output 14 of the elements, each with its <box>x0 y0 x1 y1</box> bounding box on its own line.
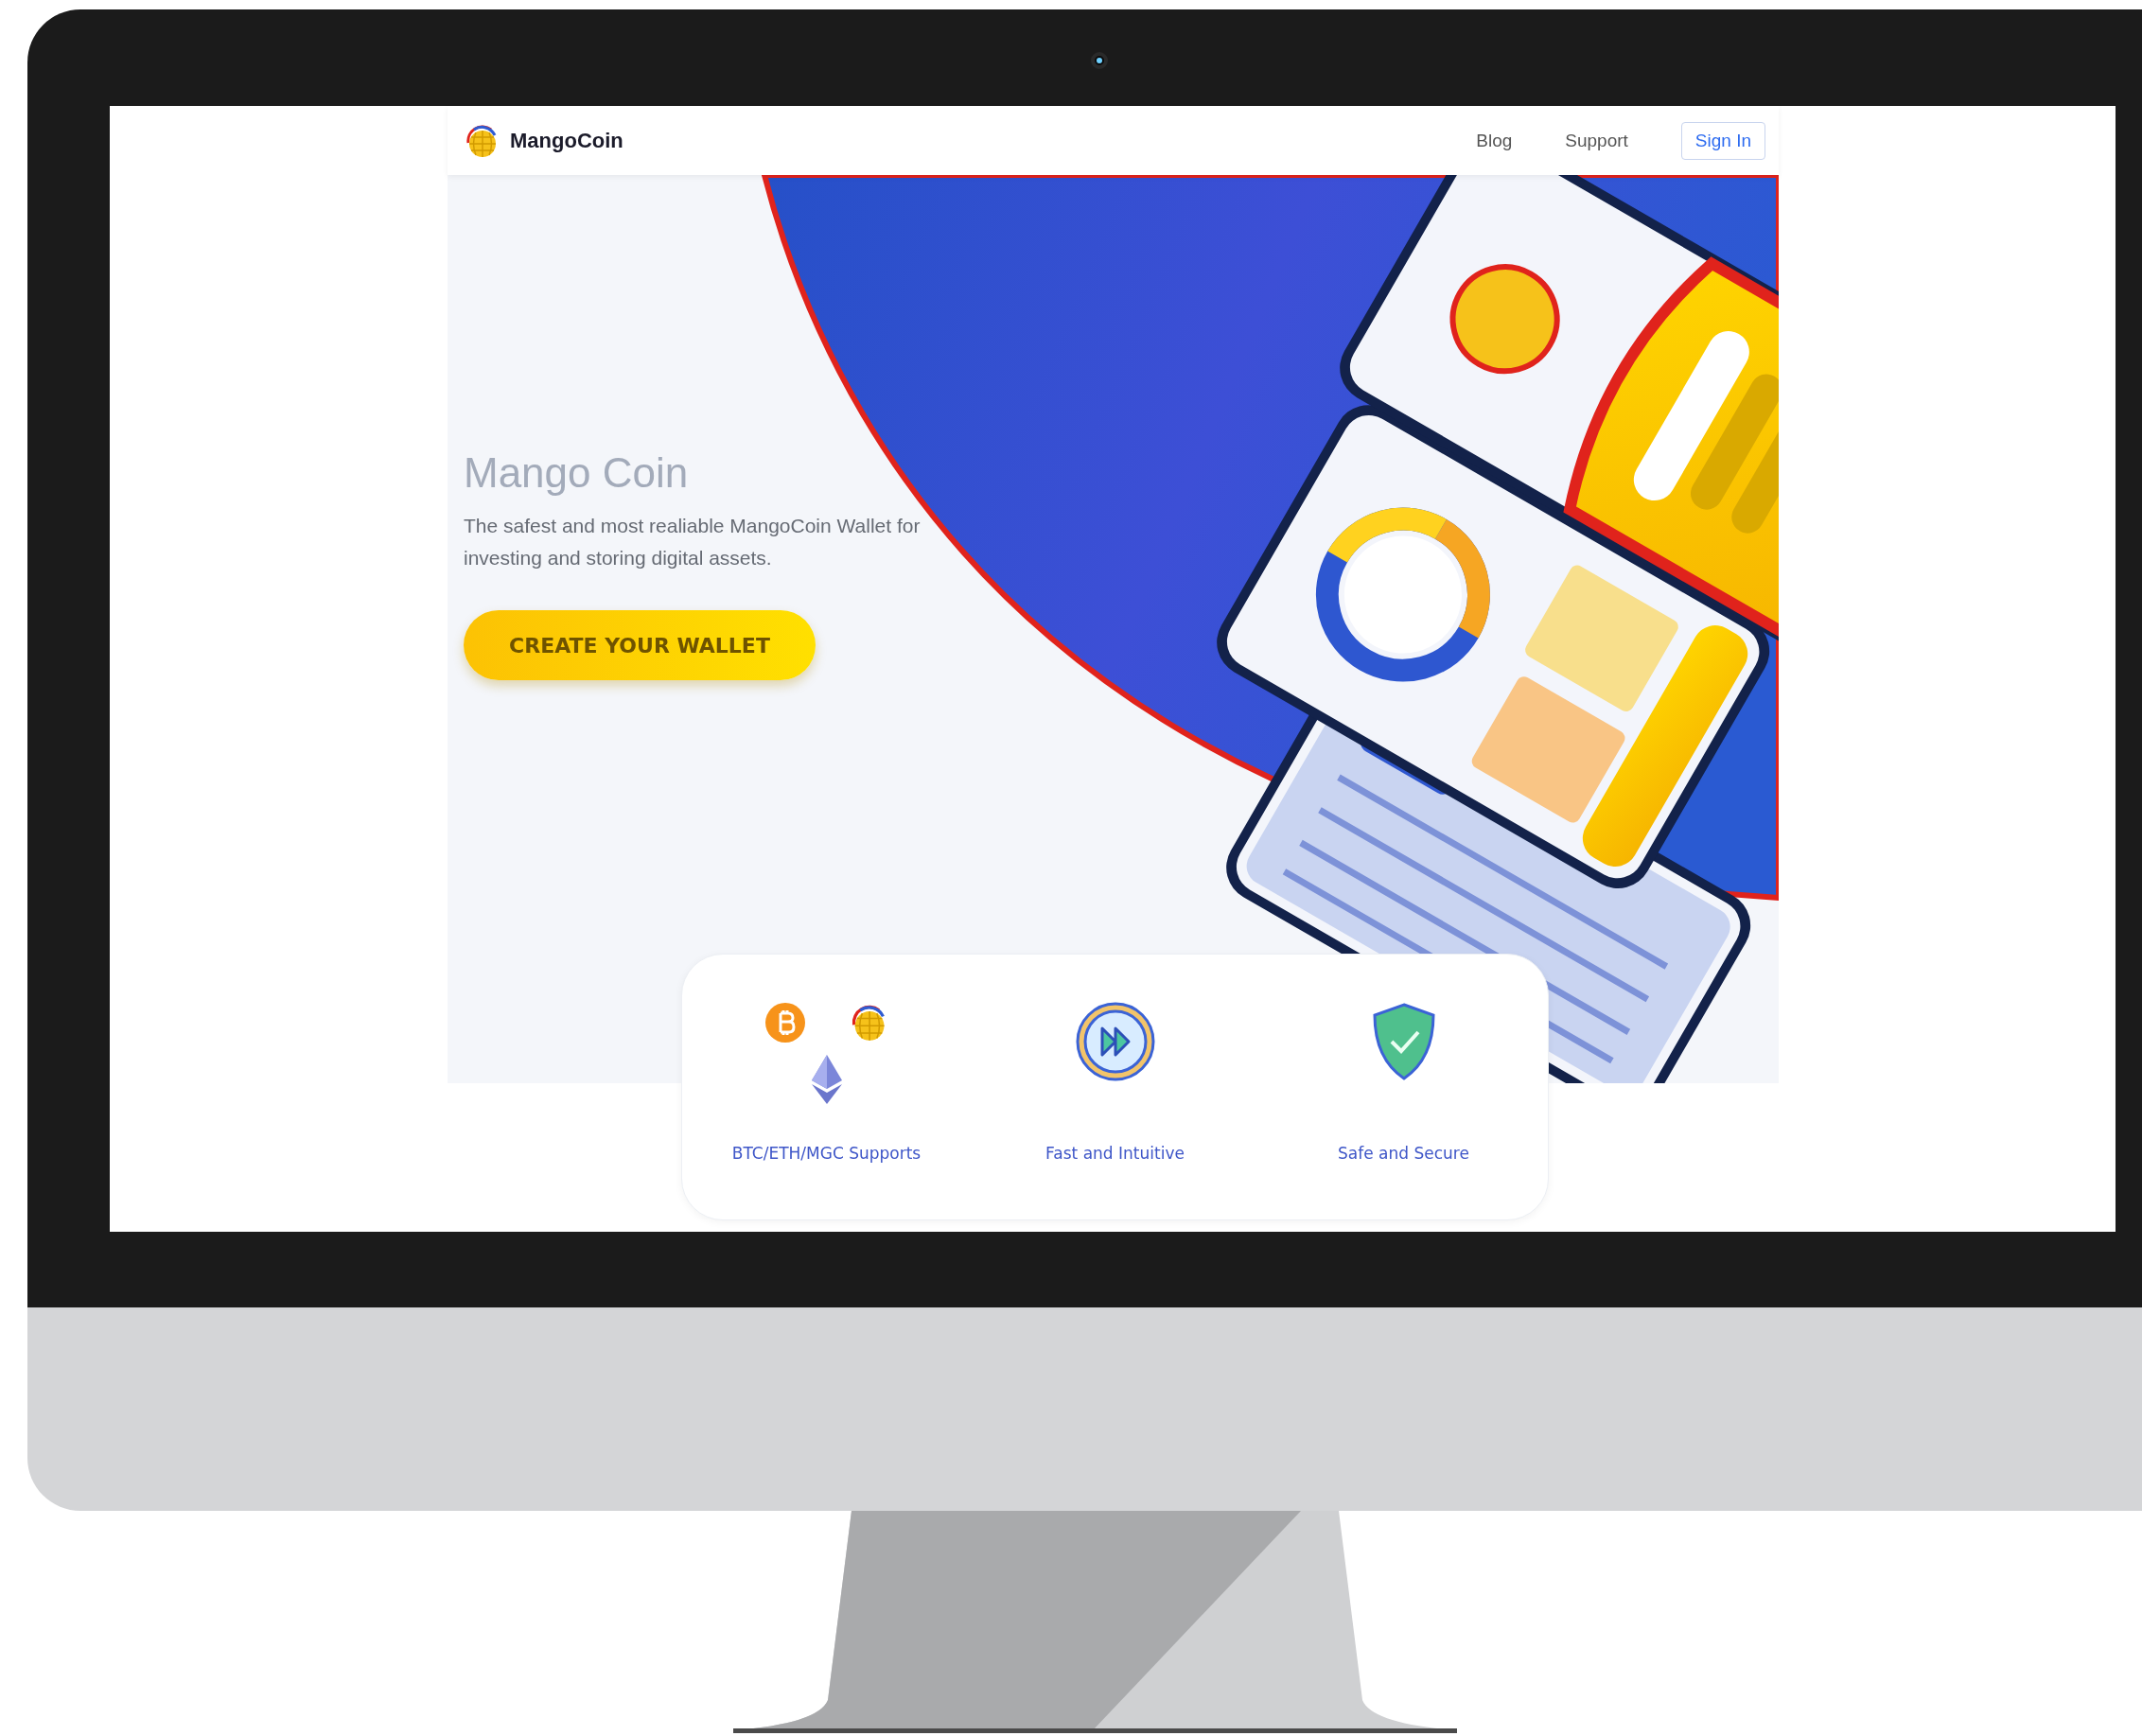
ethereum-diamond-icon <box>811 1055 842 1104</box>
brand-name: MangoCoin <box>510 128 623 153</box>
feature-label: Safe and Secure <box>1338 1144 1469 1163</box>
bitcoin-coin-icon <box>764 1002 806 1043</box>
nav-link[interactable]: Support <box>1565 130 1628 151</box>
camera-icon <box>1091 52 1108 69</box>
hero-description: The safest and most realiable MangoCoin Wallet for investing and storing digital assets. <box>464 514 922 570</box>
feature-label: Fast and Intuitive <box>1045 1144 1185 1163</box>
fast-forward-icon <box>1075 1002 1155 1081</box>
feature-label: BTC/ETH/MGC Supports <box>731 1144 922 1163</box>
sign-in-button[interactable]: Sign In <box>1680 121 1765 160</box>
nav-link[interactable]: Blog <box>1476 130 1513 151</box>
create-wallet-button[interactable]: CREATE YOUR WALLET <box>464 610 816 680</box>
hero-title: Mango Coin <box>464 449 690 497</box>
